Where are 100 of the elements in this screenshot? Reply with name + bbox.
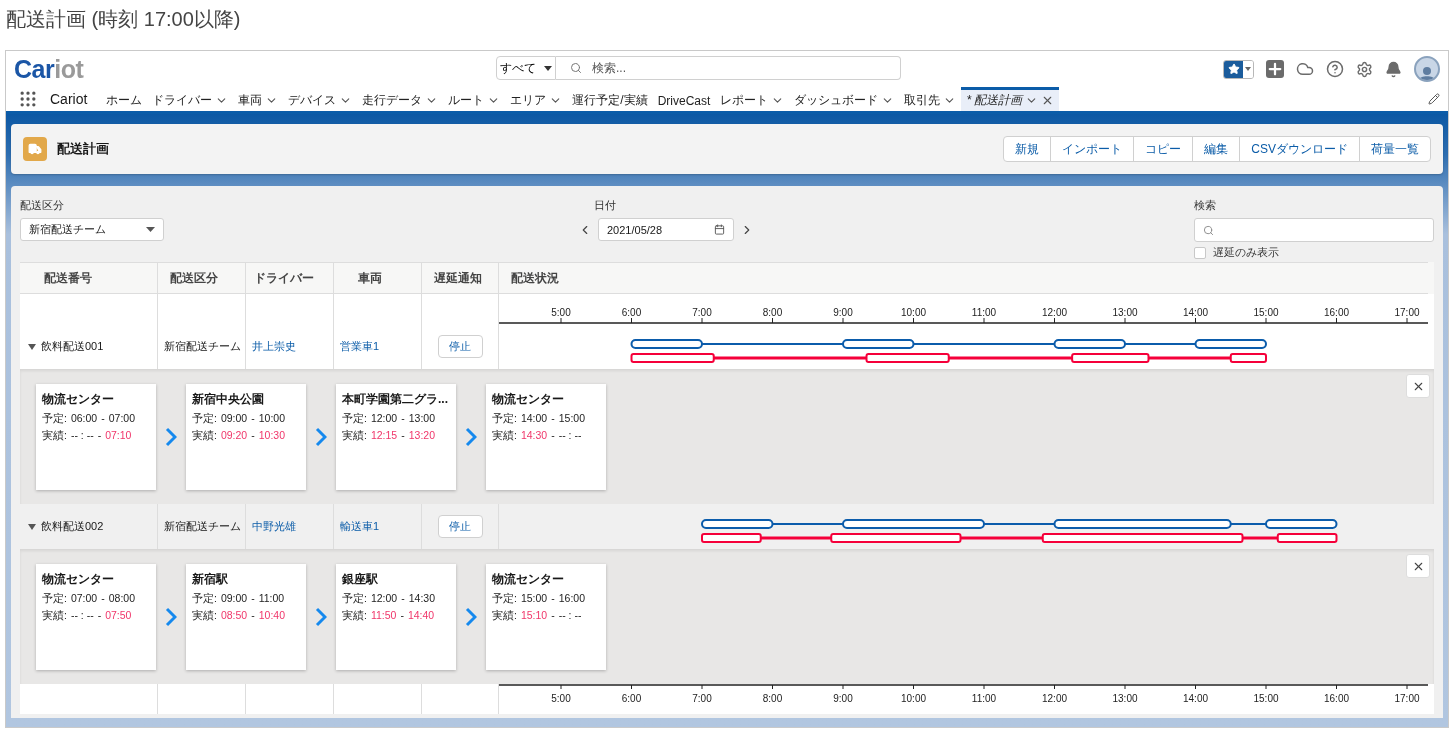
nav-tab[interactable]: 運行予定/実績 bbox=[567, 87, 653, 111]
table-cell: 新宿配送チーム bbox=[164, 519, 241, 534]
edit-icon[interactable] bbox=[1428, 93, 1440, 105]
filter-label: 日付 bbox=[594, 198, 617, 213]
app-name: Cariot bbox=[50, 90, 88, 109]
axis-label: 16:00 bbox=[1324, 307, 1349, 318]
stop-card[interactable]: 新宿駅 予定: 09:00 - 11:00 実績: 08:50 - 10:40 bbox=[186, 564, 306, 670]
axis-label: 14:00 bbox=[1183, 693, 1208, 704]
axis-label: 12:00 bbox=[1042, 693, 1067, 704]
actual-time: 実績: 09:20 - 10:30 bbox=[192, 429, 286, 443]
nav-tab[interactable]: DriveCast bbox=[652, 87, 716, 111]
avatar[interactable] bbox=[1414, 56, 1440, 82]
settings-icon[interactable] bbox=[1356, 60, 1373, 78]
stop-name: 新宿中央公園 bbox=[192, 391, 265, 408]
delivery-row[interactable]: 飲料配送001 新宿配送チーム 井上崇史 営業車1 停止 5:00 6:00 7:00 8:00 9:00 10:00 11:00 12:00 13:00 14:00 15:00 16:00 17:00 bbox=[20, 294, 1434, 369]
nav-tab[interactable]: エリア bbox=[505, 87, 568, 111]
axis-label: 5:00 bbox=[551, 693, 571, 704]
category-select[interactable]: 新宿配送チーム bbox=[20, 218, 164, 241]
stop-card[interactable]: 銀座駅 予定: 12:00 - 14:30 実績: 11:50 - 14:40 bbox=[336, 564, 456, 670]
app-launcher-icon[interactable] bbox=[18, 89, 38, 109]
global-search-field[interactable]: 検索... bbox=[556, 56, 901, 80]
column-header: 配送区分 bbox=[170, 269, 218, 287]
stop-card[interactable]: 物流センター 予定: 14:00 - 15:00 実績: 14:30 - -- : -- bbox=[486, 384, 606, 490]
stop-button[interactable]: 停止 bbox=[437, 335, 483, 358]
stop-name: 銀座駅 bbox=[342, 571, 379, 588]
column-header: ドライバー bbox=[254, 269, 314, 287]
column-header: 配送番号 bbox=[44, 269, 92, 287]
nav-tab[interactable]: デバイス bbox=[283, 87, 358, 111]
stop-card[interactable]: 物流センター 予定: 06:00 - 07:00 実績: -- : -- - 07:10 bbox=[36, 384, 156, 490]
close-button[interactable] bbox=[1406, 374, 1430, 398]
stop-card[interactable]: 物流センター 予定: 07:00 - 08:00 実績: -- : -- - 07:50 bbox=[36, 564, 156, 670]
stop-card[interactable]: 本町学園第二グラ... 予定: 12:00 - 13:00 実績: 12:15 - 13:20 bbox=[336, 384, 456, 490]
axis-label: 10:00 bbox=[901, 693, 926, 704]
cloud-icon[interactable] bbox=[1296, 60, 1314, 78]
stop-name: 新宿駅 bbox=[192, 571, 229, 588]
actual-time: 実績: -- : -- - 07:10 bbox=[42, 429, 133, 443]
stop-name: 物流センター bbox=[492, 391, 565, 408]
axis-label: 17:00 bbox=[1394, 307, 1420, 318]
star-icon bbox=[1227, 63, 1240, 75]
chevron-right-icon bbox=[315, 607, 327, 627]
close-button[interactable] bbox=[1406, 554, 1430, 578]
axis-label: 13:00 bbox=[1112, 307, 1138, 318]
stop-name: 本町学園第二グラ... bbox=[342, 391, 449, 408]
driver-link[interactable]: 中野光雄 bbox=[252, 519, 296, 534]
actual-time: 実績: 08:50 - 10:40 bbox=[192, 609, 286, 623]
axis-label: 7:00 bbox=[692, 307, 712, 318]
notification-icon[interactable] bbox=[1385, 60, 1402, 78]
column-header: 配送状況 bbox=[511, 269, 559, 287]
nav-tab[interactable]: ダッシュボード bbox=[789, 87, 900, 111]
planned-time: 予定: 14:00 - 15:00 bbox=[492, 412, 586, 426]
add-icon[interactable] bbox=[1266, 60, 1284, 78]
collapse-icon[interactable] bbox=[28, 522, 36, 531]
axis-label: 9:00 bbox=[833, 693, 853, 704]
action-button[interactable]: 荷量一覧 bbox=[1359, 136, 1431, 162]
search-scope-dropdown[interactable]: すべて bbox=[496, 56, 556, 80]
chevron-right-icon bbox=[165, 607, 177, 627]
planned-time: 予定: 07:00 - 08:00 bbox=[42, 592, 136, 606]
page-header-title: 配送計画 bbox=[57, 140, 109, 158]
action-button[interactable]: 編集 bbox=[1192, 136, 1241, 162]
caret-icon bbox=[146, 227, 155, 232]
favorites-button[interactable] bbox=[1223, 59, 1254, 79]
planned-time: 予定: 12:00 - 13:00 bbox=[342, 412, 436, 426]
checkbox[interactable] bbox=[1194, 246, 1206, 259]
axis-label: 11:00 bbox=[971, 307, 997, 318]
axis-label: 14:00 bbox=[1183, 307, 1208, 318]
action-button[interactable]: インポート bbox=[1050, 136, 1135, 162]
driver-link[interactable]: 井上崇史 bbox=[252, 339, 296, 354]
stop-name: 物流センター bbox=[42, 391, 115, 408]
action-button[interactable]: CSVダウンロード bbox=[1239, 136, 1360, 162]
planned-time: 予定: 06:00 - 07:00 bbox=[42, 412, 136, 426]
logo: Cariot bbox=[14, 54, 84, 84]
nav-tab[interactable]: ルート bbox=[443, 87, 506, 111]
action-button[interactable]: コピー bbox=[1133, 136, 1194, 162]
actual-time: 実績: 15:10 - -- : -- bbox=[492, 609, 583, 623]
stop-card[interactable]: 新宿中央公園 予定: 09:00 - 10:00 実績: 09:20 - 10:30 bbox=[186, 384, 306, 490]
axis-label: 15:00 bbox=[1253, 693, 1279, 704]
axis-label: 7:00 bbox=[692, 693, 712, 704]
vehicle-link[interactable]: 営業車1 bbox=[340, 339, 380, 354]
stop-button[interactable]: 停止 bbox=[437, 515, 483, 538]
search-icon bbox=[1203, 224, 1214, 236]
axis-label: 5:00 bbox=[551, 307, 571, 318]
nav-tab[interactable]: * 配送計画 bbox=[961, 87, 1060, 111]
nav-tab[interactable]: ホーム bbox=[101, 87, 148, 111]
date-field[interactable]: 2021/05/28 bbox=[598, 218, 734, 241]
nav-tab[interactable]: 走行データ bbox=[357, 87, 444, 111]
collapse-icon[interactable] bbox=[28, 342, 36, 351]
stop-card[interactable]: 物流センター 予定: 15:00 - 16:00 実績: 15:10 - -- : -- bbox=[486, 564, 606, 670]
search-field[interactable] bbox=[1194, 218, 1434, 242]
action-button[interactable]: 新規 bbox=[1003, 136, 1052, 162]
help-icon[interactable] bbox=[1326, 60, 1344, 78]
chevron-right-icon bbox=[465, 607, 477, 627]
vehicle-link[interactable]: 輸送車1 bbox=[340, 519, 380, 534]
nav-tab[interactable]: ドライバー bbox=[147, 87, 234, 111]
nav-tab[interactable]: 取引先 bbox=[899, 87, 962, 111]
axis-label: 6:00 bbox=[621, 307, 642, 318]
calendar-icon[interactable] bbox=[714, 224, 725, 235]
nav-tab[interactable]: 車両 bbox=[233, 87, 284, 111]
axis-label: 8:00 bbox=[762, 693, 783, 704]
nav-tab[interactable]: レポート bbox=[715, 87, 790, 111]
chevron-right-icon bbox=[315, 427, 327, 447]
